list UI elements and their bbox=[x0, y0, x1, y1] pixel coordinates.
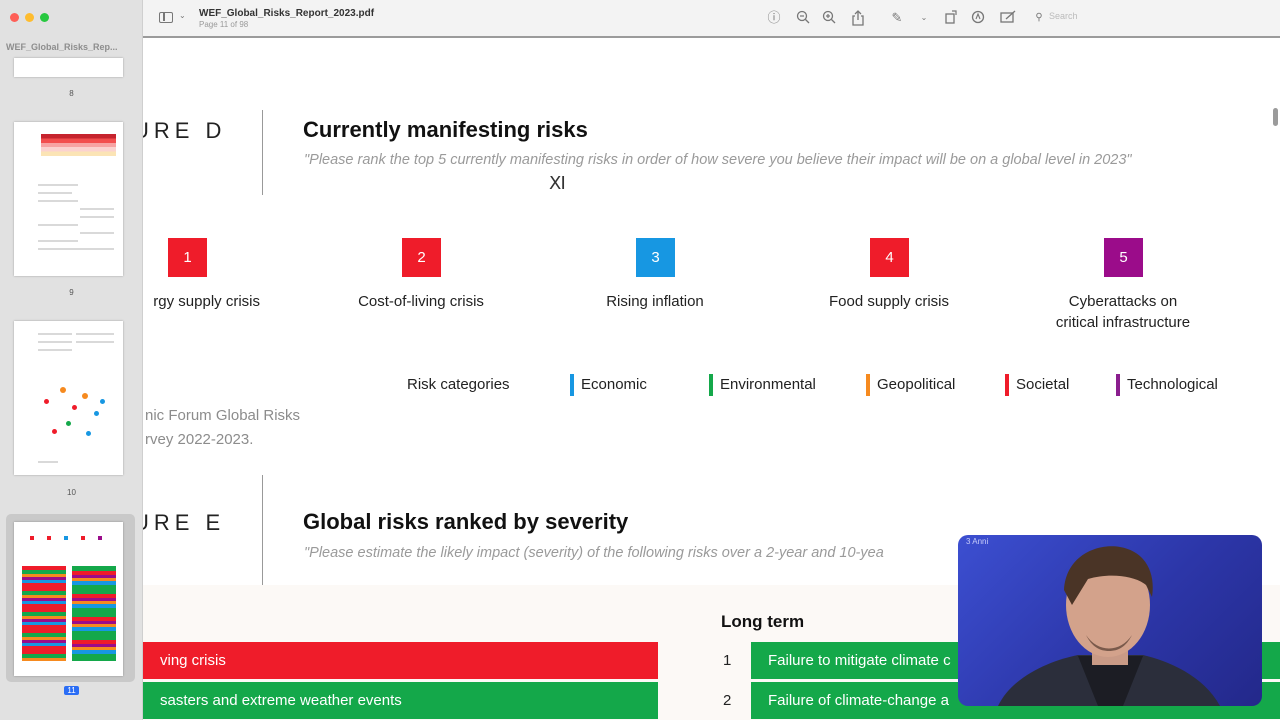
sidebar-menu-chevron-icon[interactable]: ⌄ bbox=[179, 11, 186, 20]
figure-e-label: URE E bbox=[143, 510, 226, 535]
figure-d-label: URE D bbox=[143, 118, 227, 143]
legend-swatch bbox=[570, 374, 574, 396]
page-number-11: 11 bbox=[0, 686, 143, 695]
text-cursor-icon: Ⅺ bbox=[549, 173, 566, 193]
figure-e-quote: "Please estimate the likely impact (seve… bbox=[304, 545, 884, 561]
rank-4-label: Food supply crisis bbox=[828, 293, 950, 310]
legend-swatch bbox=[709, 374, 713, 396]
rank-1-box: 1 bbox=[168, 238, 207, 277]
source-line-1: nic Forum Global Risks bbox=[145, 407, 301, 424]
figure-d-divider bbox=[262, 110, 263, 195]
form-fill-icon[interactable] bbox=[1000, 10, 1016, 26]
page-indicator: Page 11 of 98 bbox=[199, 20, 249, 29]
share-icon[interactable] bbox=[850, 10, 866, 26]
fullscreen-window-button[interactable] bbox=[40, 13, 49, 22]
rank-3-label: Rising inflation bbox=[606, 293, 704, 310]
rank-2-label: Cost-of-living crisis bbox=[358, 293, 484, 310]
page-thumbnail-9[interactable] bbox=[14, 122, 123, 276]
close-window-button[interactable] bbox=[10, 13, 19, 22]
annotate-icon[interactable] bbox=[970, 10, 986, 26]
long-term-title: Long term bbox=[721, 612, 805, 631]
long-term-rank-2: 2 bbox=[723, 692, 732, 709]
long-term-rank-1: 1 bbox=[723, 652, 732, 669]
rank-5-label: Cyberattacks on critical infrastructure bbox=[1055, 293, 1191, 331]
scrollbar-thumb[interactable] bbox=[1273, 108, 1278, 126]
markup-pen-icon[interactable]: ✎ bbox=[889, 10, 905, 26]
search-icon: ⚲ bbox=[1035, 12, 1043, 23]
page-number-8: 8 bbox=[69, 89, 74, 98]
page-thumbnail-10[interactable] bbox=[14, 321, 123, 475]
markup-menu-chevron-icon[interactable]: ⌄ bbox=[916, 10, 932, 26]
page-thumbnail-11[interactable] bbox=[14, 522, 123, 676]
rank-1-label: rgy supply crisis bbox=[153, 293, 260, 310]
legend-swatch bbox=[1116, 374, 1120, 396]
zoom-out-icon[interactable] bbox=[795, 10, 811, 26]
rank-3-box: 3 bbox=[636, 238, 675, 277]
legend-swatch bbox=[1005, 374, 1009, 396]
thumbnail-sidebar: WEF_Global_Risks_Rep... 8 9 10 11 bbox=[0, 0, 143, 720]
source-line-2: rvey 2022-2023. bbox=[145, 431, 254, 448]
sidebar-toggle-icon[interactable] bbox=[159, 12, 173, 23]
short-term-bar-2: sasters and extreme weather events bbox=[143, 682, 658, 719]
page-number-9: 9 bbox=[69, 288, 74, 297]
figure-d-quote: "Please rank the top 5 currently manifes… bbox=[304, 152, 1132, 168]
figure-d-title: Currently manifesting risks bbox=[303, 117, 588, 142]
legend-swatch bbox=[866, 374, 870, 396]
rank-2-box: 2 bbox=[402, 238, 441, 277]
info-icon[interactable]: ⓘ bbox=[766, 10, 782, 26]
presenter-silhouette bbox=[998, 546, 1220, 706]
figure-e-title: Global risks ranked by severity bbox=[303, 509, 629, 534]
figure-e-divider bbox=[262, 475, 263, 587]
short-term-bar-1: ving crisis bbox=[143, 642, 658, 679]
legend-title: Risk categories bbox=[407, 376, 510, 393]
rank-4-box: 4 bbox=[870, 238, 909, 277]
rank-5-box: 5 bbox=[1104, 238, 1143, 277]
webcam-tag: 3 Anni bbox=[966, 537, 989, 546]
page-thumbnail-8[interactable] bbox=[14, 58, 123, 77]
toolbar: ⌄ WEF_Global_Risks_Report_2023.pdf Page … bbox=[143, 0, 1280, 38]
webcam-overlay: 3 Anni bbox=[958, 535, 1262, 706]
sidebar-document-title: WEF_Global_Risks_Rep... bbox=[6, 42, 118, 52]
document-title: WEF_Global_Risks_Report_2023.pdf bbox=[199, 8, 375, 19]
minimize-window-button[interactable] bbox=[25, 13, 34, 22]
page-number-10: 10 bbox=[67, 488, 76, 497]
search-field[interactable]: Search bbox=[1049, 11, 1078, 21]
rotate-icon[interactable] bbox=[943, 10, 959, 26]
zoom-in-icon[interactable] bbox=[821, 10, 837, 26]
